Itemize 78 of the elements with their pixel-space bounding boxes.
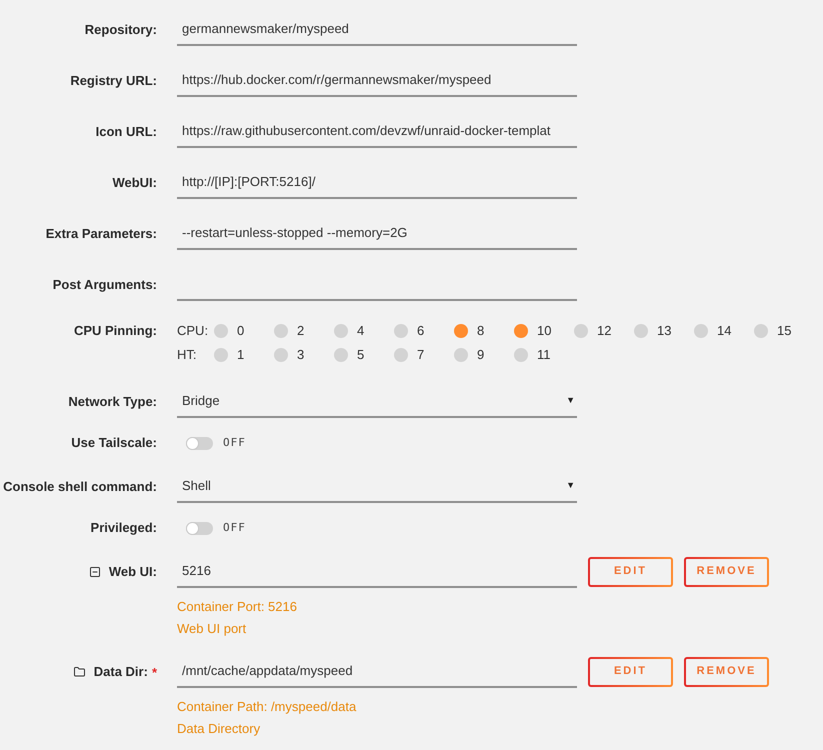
core-checkbox[interactable] bbox=[634, 324, 648, 338]
core-number: 1 bbox=[237, 346, 244, 364]
field-description: Web UI port bbox=[177, 620, 246, 638]
field-value: germannewsmaker/myspeed bbox=[182, 20, 349, 38]
field-value: https://raw.githubusercontent.com/devzwf/unraid-docker-templat bbox=[182, 122, 551, 140]
toggle-switch[interactable] bbox=[186, 436, 213, 450]
field-description: Container Port: 5216 bbox=[177, 598, 297, 616]
folder-icon bbox=[72, 666, 86, 678]
core-number: 14 bbox=[717, 322, 732, 340]
core-checkbox[interactable] bbox=[574, 324, 588, 338]
select-value: Shell bbox=[182, 476, 211, 495]
toggle-state: OFF bbox=[223, 434, 246, 451]
core-number: 0 bbox=[237, 322, 244, 340]
field-label: Post Arguments: bbox=[52, 276, 157, 294]
text-field[interactable]: https://hub.docker.com/r/germannewsmaker/myspeed bbox=[177, 64, 577, 97]
core-checkbox[interactable] bbox=[394, 348, 408, 362]
core-number: 2 bbox=[297, 322, 304, 340]
core-number: 15 bbox=[777, 322, 792, 340]
text-field[interactable]: /mnt/cache/appdata/myspeed bbox=[177, 655, 577, 688]
field-label: Extra Parameters: bbox=[46, 224, 157, 243]
core-checkbox[interactable] bbox=[334, 348, 348, 362]
field-value: /mnt/cache/appdata/myspeed bbox=[182, 662, 353, 680]
core-group-label: HT: bbox=[177, 346, 198, 364]
text-field[interactable]: germannewsmaker/myspeed bbox=[177, 13, 577, 46]
select-value: Bridge bbox=[182, 392, 220, 410]
text-field[interactable]: https://raw.githubusercontent.com/devzwf/unraid-docker-templat bbox=[177, 115, 577, 148]
field-label: Data Dir: bbox=[94, 662, 148, 681]
select-field[interactable]: Shell ▼ bbox=[177, 470, 577, 503]
core-checkbox[interactable] bbox=[334, 324, 348, 338]
core-checkbox[interactable] bbox=[454, 348, 468, 362]
core-checkbox[interactable] bbox=[514, 324, 528, 338]
core-checkbox[interactable] bbox=[214, 324, 228, 338]
core-group-label: CPU: bbox=[177, 322, 210, 340]
required-mark: * bbox=[152, 664, 157, 682]
field-label: WebUI: bbox=[112, 174, 157, 192]
field-label: Registry URL: bbox=[70, 72, 157, 90]
field-label: Console shell command: bbox=[3, 478, 157, 496]
core-number: 8 bbox=[477, 322, 484, 340]
text-field[interactable]: --restart=unless-stopped --memory=2G bbox=[177, 217, 577, 250]
text-field[interactable]: http://[IP]:[PORT:5216]/ bbox=[177, 166, 577, 199]
field-value: https://hub.docker.com/r/germannewsmaker/myspeed bbox=[182, 70, 492, 89]
core-number: 13 bbox=[657, 322, 672, 340]
core-number: 7 bbox=[417, 346, 424, 364]
core-number: 12 bbox=[597, 322, 612, 340]
toggle-switch[interactable] bbox=[186, 522, 213, 534]
core-checkbox[interactable] bbox=[514, 348, 528, 362]
core-number: 4 bbox=[357, 322, 364, 340]
field-label: CPU Pinning: bbox=[74, 322, 157, 340]
field-value: 5216 bbox=[182, 562, 211, 580]
field-value: http://[IP]:[PORT:5216]/ bbox=[182, 172, 316, 191]
core-checkbox[interactable] bbox=[274, 324, 288, 338]
dropdown-caret: ▼ bbox=[566, 394, 575, 407]
core-number: 3 bbox=[297, 346, 304, 364]
core-checkbox[interactable] bbox=[694, 324, 708, 338]
core-checkbox[interactable] bbox=[394, 324, 408, 338]
field-value: --restart=unless-stopped --memory=2G bbox=[182, 224, 408, 242]
core-number: 10 bbox=[537, 322, 552, 340]
field-description: Data Directory bbox=[177, 720, 260, 738]
field-label: Icon URL: bbox=[96, 122, 157, 141]
field-description: Container Path: /myspeed/data bbox=[177, 698, 356, 716]
field-label: Use Tailscale: bbox=[71, 434, 157, 452]
core-number: 9 bbox=[477, 346, 484, 364]
field-label: Repository: bbox=[84, 20, 157, 39]
field-label: Web UI: bbox=[108, 562, 157, 581]
core-checkbox[interactable] bbox=[754, 324, 768, 338]
core-number: 5 bbox=[357, 346, 364, 364]
select-field[interactable]: Bridge ▼ bbox=[177, 385, 577, 418]
core-checkbox[interactable] bbox=[214, 348, 228, 362]
dropdown-caret: ▼ bbox=[566, 478, 575, 492]
core-checkbox[interactable] bbox=[274, 348, 288, 362]
field-label: Privileged: bbox=[90, 519, 157, 538]
core-number: 6 bbox=[417, 322, 424, 340]
core-number: 11 bbox=[537, 346, 550, 364]
toggle-state: OFF bbox=[223, 520, 246, 536]
field-label: Network Type: bbox=[68, 392, 157, 411]
collapse-icon[interactable] bbox=[88, 566, 101, 578]
core-checkbox[interactable] bbox=[454, 324, 468, 338]
text-field[interactable]: 5216 bbox=[177, 555, 577, 588]
